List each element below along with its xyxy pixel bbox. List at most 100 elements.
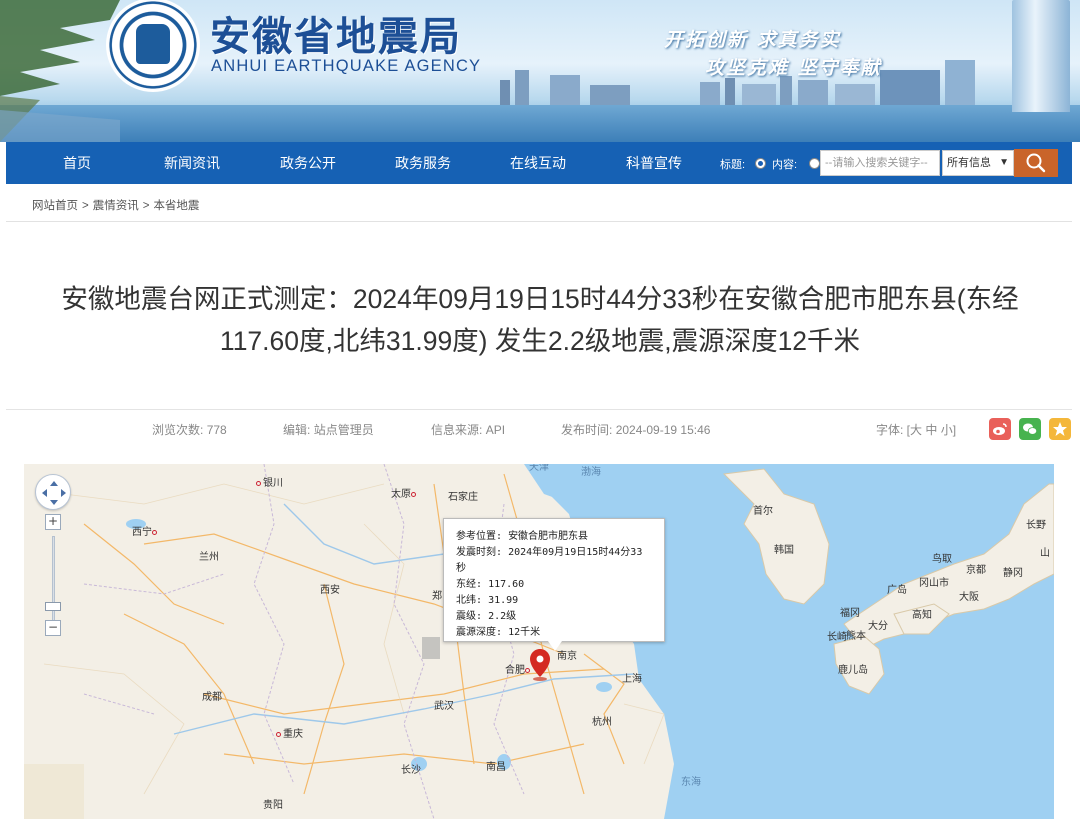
font-size-large[interactable]: 大 bbox=[910, 423, 922, 437]
map-label-shijiazhuang: 石家庄 bbox=[448, 492, 478, 503]
breadcrumb-section-link[interactable]: 震情资讯 bbox=[93, 200, 139, 212]
epicenter-map[interactable]: 天津 渤海 银川 太原 石家庄 西宁 兰州 西安 郑 合肥 南京 上海 成都 武… bbox=[24, 464, 1054, 819]
nav-item-interaction[interactable]: 在线互动 bbox=[510, 142, 566, 184]
map-label-chengdu: 成都 bbox=[202, 692, 222, 703]
editor-label: 编辑: bbox=[283, 423, 311, 437]
font-size-medium[interactable]: 中 bbox=[925, 423, 937, 437]
map-zoom-control: + − bbox=[35, 474, 71, 644]
map-label-xining: 西宁 bbox=[132, 523, 159, 538]
popup-time-row: 发震时刻: 2024年09月19日15时44分33秒 bbox=[456, 547, 643, 574]
pine-tree-decoration bbox=[0, 0, 120, 142]
epicenter-marker-icon[interactable] bbox=[530, 649, 550, 681]
map-label-oita: 大分 bbox=[868, 621, 888, 632]
view-count-value: 778 bbox=[206, 423, 227, 437]
map-label-nagasaki: 长崎 bbox=[827, 632, 847, 643]
map-label-taiyuan: 太原 bbox=[391, 485, 418, 500]
source: 信息来源: API bbox=[431, 421, 505, 438]
nav-item-gov-public[interactable]: 政务公开 bbox=[280, 142, 336, 184]
city-skyline-decoration bbox=[500, 60, 975, 105]
map-label-fukuoka: 福冈 bbox=[840, 608, 860, 619]
editor-value: 站点管理员 bbox=[313, 423, 374, 437]
wechat-share-button[interactable] bbox=[1019, 418, 1041, 440]
map-label-hefei: 合肥 bbox=[505, 661, 532, 676]
breadcrumb-current-link[interactable]: 本省地震 bbox=[153, 200, 199, 212]
tower-decoration bbox=[1012, 0, 1070, 112]
search-content-label: 内容: bbox=[772, 159, 798, 171]
map-tile-overlay bbox=[422, 637, 440, 659]
epicenter-info-popup: 参考位置: 安徽合肥市肥东县 发震时刻: 2024年09月19日15时44分33… bbox=[443, 518, 665, 642]
editor: 编辑: 站点管理员 bbox=[283, 421, 374, 438]
popup-tail bbox=[548, 641, 562, 651]
popup-depth-row: 震源深度: 12千米 bbox=[456, 627, 541, 638]
map-label-xian: 西安 bbox=[320, 585, 340, 596]
header-banner: 安徽省地震局 ANHUI EARTHQUAKE AGENCY 开拓创新 求真务实… bbox=[0, 0, 1080, 142]
map-label-osaka: 大阪 bbox=[959, 592, 979, 603]
chevron-down-icon: ▼ bbox=[999, 157, 1009, 168]
agency-emblem-logo bbox=[108, 0, 198, 90]
popup-magnitude-row: 震级: 2.2级 bbox=[456, 611, 517, 622]
view-count-label: 浏览次数: bbox=[152, 423, 204, 437]
map-label-korea: 韩国 bbox=[774, 545, 794, 556]
map-label-lanzhou: 兰州 bbox=[199, 552, 219, 563]
article-title-line-2: 117.60度,北纬31.99度) 发生2.2级地震,震源深度12千米 bbox=[219, 326, 861, 356]
search-title-radio[interactable] bbox=[755, 158, 766, 169]
slogan-line-2: 攻坚克难 坚守奉献 bbox=[705, 57, 882, 79]
font-size-switcher: 字体: [大 中 小] bbox=[876, 421, 956, 438]
search-button[interactable] bbox=[1014, 149, 1058, 177]
map-label-okayama: 冈山市 bbox=[919, 578, 949, 589]
site-title-en: ANHUI EARTHQUAKE AGENCY bbox=[211, 57, 482, 75]
article-title: 安徽地震台网正式测定：2024年09月19日15时44分33秒在安徽合肥市肥东县… bbox=[10, 278, 1070, 362]
publish-time: 发布时间: 2024-09-19 15:46 bbox=[561, 421, 710, 438]
source-label: 信息来源: bbox=[431, 423, 483, 437]
publish-time-value: 2024-09-19 15:46 bbox=[615, 423, 711, 437]
map-label-chongqing: 重庆 bbox=[276, 725, 303, 740]
search-title-label: 标题: bbox=[720, 159, 746, 171]
map-label-hangzhou: 杭州 bbox=[592, 717, 612, 728]
font-size-small[interactable]: 小 bbox=[941, 423, 953, 437]
nav-item-home[interactable]: 首页 bbox=[63, 142, 91, 184]
popup-lon-row: 东经: 117.60 bbox=[456, 579, 525, 590]
map-label-shan: 山 bbox=[1040, 548, 1050, 559]
zoom-out-button[interactable]: − bbox=[45, 620, 61, 636]
weibo-share-button[interactable] bbox=[989, 418, 1011, 440]
zoom-slider-handle[interactable] bbox=[45, 602, 61, 611]
map-pan-control[interactable] bbox=[35, 474, 71, 510]
nav-item-news[interactable]: 新闻资讯 bbox=[164, 142, 220, 184]
pan-arrows-icon bbox=[42, 481, 66, 505]
map-label-guiyang: 贵阳 bbox=[263, 800, 283, 811]
map-label-zheng: 郑 bbox=[432, 591, 442, 602]
map-label-kagoshima: 鹿儿岛 bbox=[838, 665, 868, 676]
divider bbox=[6, 221, 1072, 222]
divider bbox=[6, 409, 1072, 410]
map-label-donghai: 东海 bbox=[681, 777, 701, 788]
view-count: 浏览次数: 778 bbox=[152, 421, 227, 438]
map-label-seoul: 首尔 bbox=[753, 506, 773, 517]
site-title-cn: 安徽省地震局 bbox=[210, 13, 462, 60]
search-content-radio[interactable] bbox=[809, 158, 820, 169]
map-label-shanghai: 上海 bbox=[622, 674, 642, 685]
map-label-yinchuan: 银川 bbox=[256, 474, 283, 489]
popup-location-row: 参考位置: 安徽合肥市肥东县 bbox=[456, 531, 589, 542]
breadcrumb-home-link[interactable]: 网站首页 bbox=[32, 200, 78, 212]
nav-item-gov-service[interactable]: 政务服务 bbox=[395, 142, 451, 184]
source-value: API bbox=[485, 423, 506, 437]
favorite-star-icon bbox=[1053, 422, 1067, 436]
map-label-tianjin: 天津 bbox=[529, 464, 549, 473]
map-label-kumamoto: 熊本 bbox=[846, 631, 866, 642]
zoom-in-button[interactable]: + bbox=[45, 514, 61, 530]
search-icon bbox=[1026, 153, 1046, 173]
font-size-close-bracket: ] bbox=[952, 423, 957, 437]
map-label-kyoto: 京都 bbox=[966, 565, 986, 576]
map-label-nanchang: 南昌 bbox=[486, 762, 506, 773]
nav-item-science[interactable]: 科普宣传 bbox=[626, 142, 682, 184]
search-input[interactable]: --请输入搜索关键字-- bbox=[820, 150, 940, 176]
map-label-nagano: 长野 bbox=[1026, 520, 1046, 531]
map-label-tottori: 鸟取 bbox=[932, 554, 952, 565]
search-scope-select[interactable]: 所有信息 ▼ bbox=[942, 150, 1014, 176]
map-label-wuhan: 武汉 bbox=[434, 701, 454, 712]
font-size-label: 字体: [ bbox=[876, 423, 911, 437]
favorite-share-button[interactable] bbox=[1049, 418, 1071, 440]
article-title-line-1: 安徽地震台网正式测定：2024年09月19日15时44分33秒在安徽合肥市肥东县… bbox=[61, 284, 1019, 314]
slogan-line-1: 开拓创新 求真务实 bbox=[664, 29, 841, 51]
map-label-bohai: 渤海 bbox=[581, 467, 601, 478]
